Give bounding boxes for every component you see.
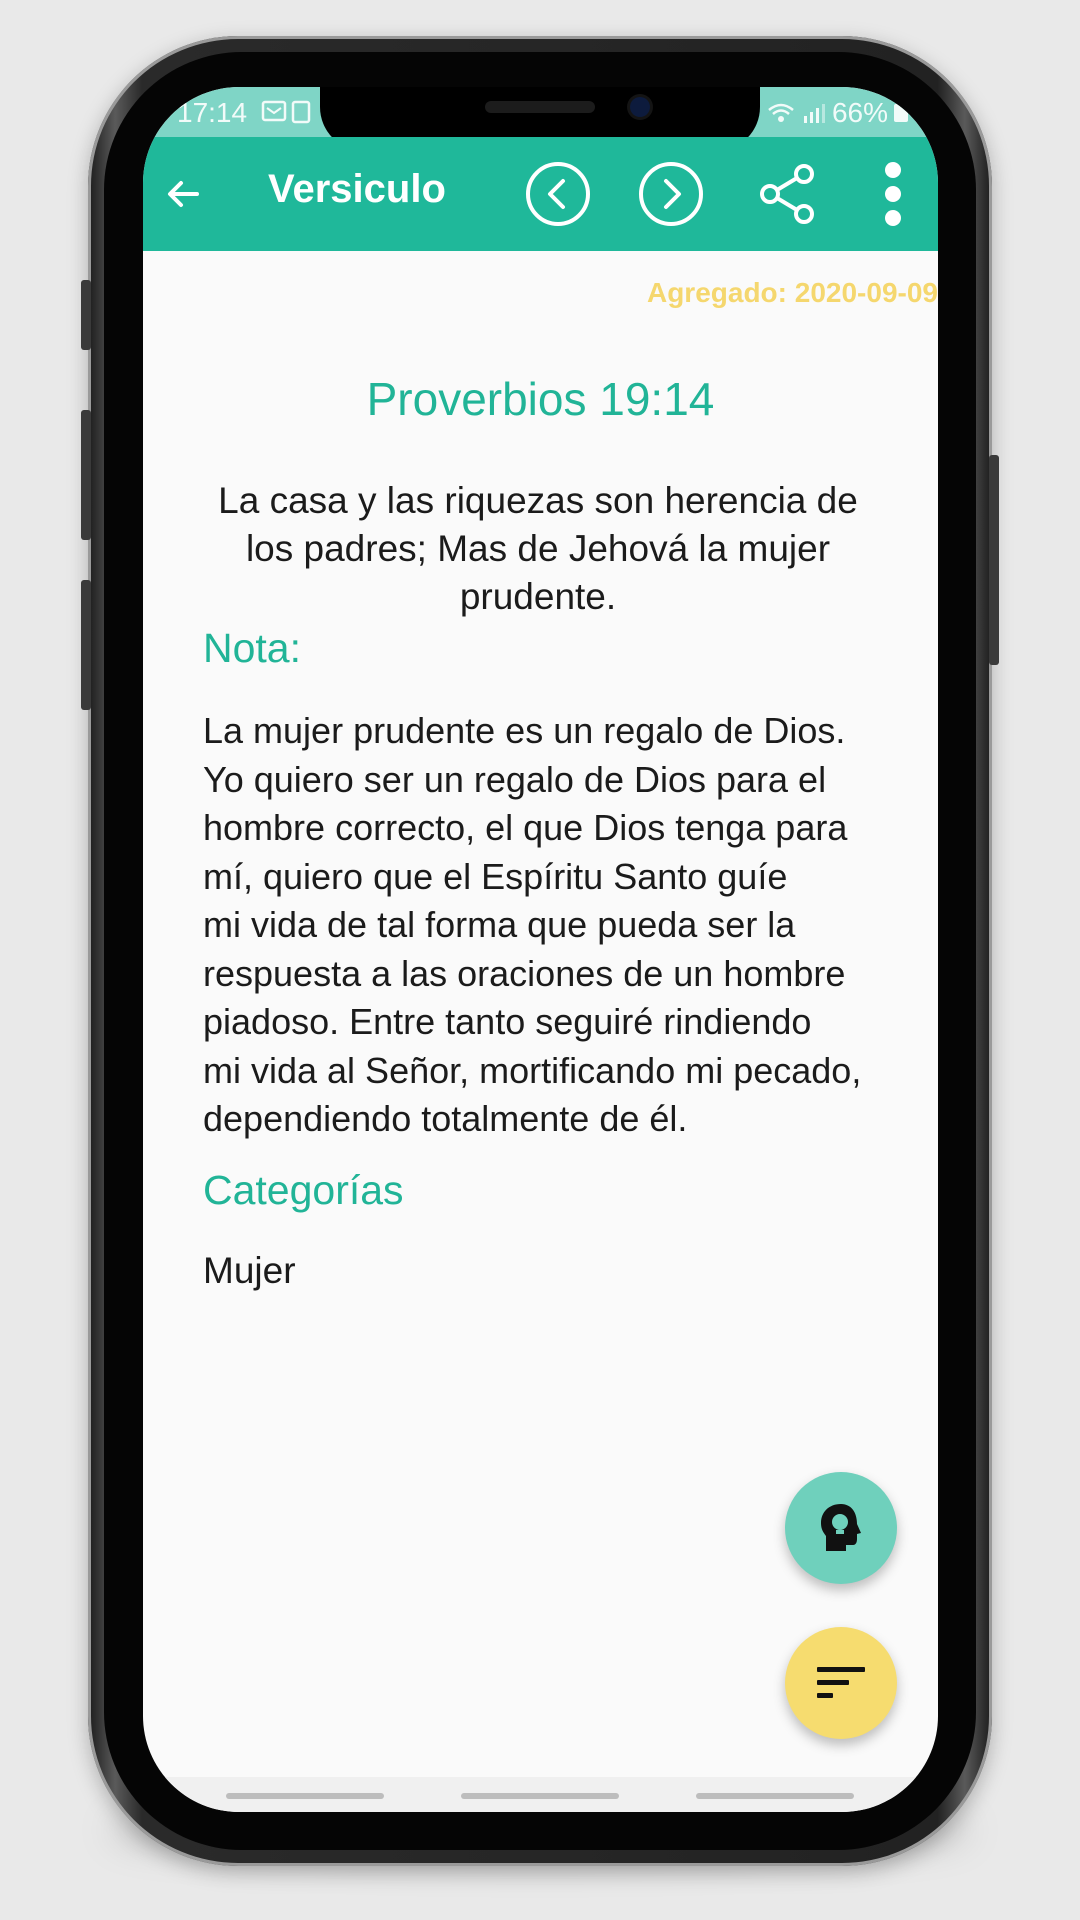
added-date: Agregado: 2020-09-09 — [646, 277, 938, 308]
volume-up-button — [81, 410, 91, 540]
verse-text: La casa y las riquezas son herencia de l… — [218, 480, 858, 617]
battery-level: 66% — [831, 97, 888, 128]
volume-down-button — [81, 580, 91, 710]
app-bar: Versiculo — [143, 137, 938, 251]
notification-icon — [261, 100, 311, 124]
category-item[interactable]: Mujer — [203, 1250, 296, 1292]
volume-button — [81, 280, 91, 350]
share-button[interactable] — [753, 159, 823, 229]
note-heading: Nota: — [203, 625, 301, 671]
wifi-icon — [768, 103, 794, 122]
idea-fab-button[interactable] — [785, 1472, 897, 1584]
notification-icons — [261, 99, 321, 132]
note-text: La mujer prudente es un regalo de Dios. … — [203, 710, 862, 1139]
more-vert-icon — [885, 162, 901, 226]
previous-circle-icon — [526, 162, 590, 226]
front-camera — [630, 97, 650, 117]
back-nav-button[interactable] — [696, 1793, 854, 1799]
power-button — [989, 455, 999, 665]
back-arrow-icon — [168, 181, 199, 207]
sort-fab-button[interactable] — [785, 1627, 897, 1739]
home-nav-button[interactable] — [461, 1793, 619, 1799]
status-right: 66% — [766, 97, 908, 129]
battery-icon — [894, 104, 908, 122]
verse-reference: Proverbios 19:14 — [366, 373, 715, 425]
lightbulb-head-icon — [821, 1504, 861, 1551]
previous-verse-button[interactable] — [523, 159, 593, 229]
page-title: Versiculo — [268, 167, 446, 211]
phone-screen: 17:14 66% Versiculo Agregado: 2020-09-09… — [143, 87, 938, 1812]
system-nav-bar — [143, 1777, 938, 1812]
recents-nav-button[interactable] — [226, 1793, 384, 1799]
categories-heading: Categorías — [203, 1167, 404, 1213]
share-icon — [760, 164, 814, 224]
more-options-button[interactable] — [873, 159, 913, 229]
signal-icon — [803, 104, 825, 123]
next-circle-icon — [639, 162, 703, 226]
earpiece-speaker — [485, 101, 595, 113]
status-time: 17:14 — [177, 97, 248, 128]
mockup-stage: 17:14 66% Versiculo Agregado: 2020-09-09… — [0, 0, 1080, 1920]
back-button[interactable] — [153, 164, 213, 224]
next-verse-button[interactable] — [636, 159, 706, 229]
sort-lines-icon — [817, 1667, 865, 1698]
